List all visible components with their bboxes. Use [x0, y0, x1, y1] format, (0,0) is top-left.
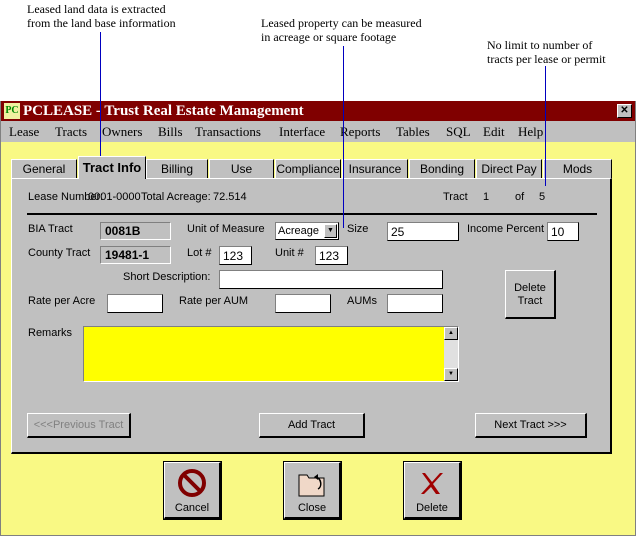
- unit-of-measure-value: Acreage: [278, 225, 319, 237]
- title-bar: PC PCLEASE - Trust Real Estate Managemen…: [1, 101, 635, 121]
- next-tract-button[interactable]: Next Tract >>>: [475, 413, 587, 438]
- button-label: Cancel: [174, 502, 210, 514]
- scrollbar[interactable]: ▲ ▼: [444, 327, 458, 381]
- menu-lease[interactable]: Lease: [9, 121, 39, 142]
- total-acreage-value: 72.514: [213, 191, 247, 203]
- delete-tract-button[interactable]: Delete Tract: [505, 270, 556, 319]
- short-description-label: Short Description:: [123, 271, 211, 283]
- window-title: PCLEASE - Trust Real Estate Management: [23, 103, 304, 119]
- rate-per-acre-label: Rate per Acre: [28, 295, 96, 307]
- annotation-line: in acreage or square footage: [261, 30, 397, 44]
- rate-per-acre-input[interactable]: [107, 294, 163, 313]
- aums-label: AUMs: [347, 295, 377, 307]
- size-input[interactable]: 25: [387, 222, 459, 241]
- tract-number: 1: [483, 191, 490, 203]
- tab-billing[interactable]: Billing: [146, 159, 208, 178]
- red-x-icon: [421, 473, 443, 494]
- callout-line: [545, 66, 546, 186]
- close-button[interactable]: Close: [283, 461, 342, 520]
- tab-tract-info[interactable]: Tract Info: [78, 156, 146, 179]
- lot-input[interactable]: 123: [219, 246, 252, 265]
- annotation-line: No limit to number of: [487, 38, 593, 52]
- remarks-label: Remarks: [28, 327, 73, 339]
- bia-tract-field: 0081B: [100, 222, 171, 240]
- menu-help[interactable]: Help: [518, 121, 543, 142]
- menu-bar: Lease Tracts Owners Bills Transactions I…: [1, 121, 635, 142]
- folder-close-icon: [298, 474, 325, 497]
- unit-label: Unit #: [275, 247, 304, 259]
- button-label: Delete: [416, 502, 448, 514]
- annotation-tracts: No limit to number of tracts per lease o…: [487, 38, 606, 66]
- menu-tables[interactable]: Tables: [396, 121, 430, 142]
- size-label: Size: [347, 223, 369, 235]
- annotation-line: Leased land data is extracted: [27, 2, 166, 16]
- tract-label: Tract: [443, 191, 468, 203]
- add-tract-button[interactable]: Add Tract: [259, 413, 365, 438]
- lot-label: Lot #: [187, 247, 212, 259]
- tab-mods[interactable]: Mods: [543, 159, 612, 178]
- income-percent-label: Income Percent: [467, 223, 545, 235]
- tract-count: 5: [539, 191, 546, 203]
- callout-line: [100, 32, 101, 160]
- tab-direct-pay[interactable]: Direct Pay: [476, 159, 542, 178]
- scroll-up-icon[interactable]: ▲: [444, 327, 458, 340]
- divider: [27, 213, 597, 215]
- app-logo-icon: PC: [4, 103, 20, 119]
- button-label: Tract: [517, 295, 543, 307]
- button-label: Delete: [514, 282, 546, 294]
- aums-input[interactable]: [387, 294, 443, 313]
- tab-compliance[interactable]: Compliance: [275, 159, 341, 178]
- annotation-line: from the land base information: [27, 16, 176, 30]
- county-tract-field: 19481-1: [100, 246, 171, 264]
- menu-transactions[interactable]: Transactions: [195, 121, 261, 142]
- rate-per-aum-label: Rate per AUM: [179, 295, 249, 307]
- of-label: of: [515, 191, 525, 203]
- lease-number-value: 0001-0000: [88, 191, 141, 203]
- cancel-button[interactable]: Cancel: [163, 461, 222, 520]
- tab-insurance[interactable]: Insurance: [342, 159, 408, 178]
- menu-interface[interactable]: Interface: [279, 121, 325, 142]
- rate-per-aum-input[interactable]: [275, 294, 331, 313]
- chevron-down-icon[interactable]: ▼: [324, 224, 337, 238]
- unit-of-measure-label: Unit of Measure: [187, 223, 265, 235]
- bia-tract-label: BIA Tract: [28, 223, 73, 235]
- annotation-line: tracts per lease or permit: [487, 52, 606, 66]
- no-entry-icon: [178, 469, 206, 497]
- total-acreage-label: Total Acreage:: [141, 191, 211, 203]
- unit-of-measure-select[interactable]: Acreage ▼: [275, 222, 339, 240]
- callout-line: [343, 46, 344, 228]
- scroll-down-icon[interactable]: ▼: [444, 368, 458, 381]
- menu-tracts[interactable]: Tracts: [55, 121, 87, 142]
- unit-input[interactable]: 123: [315, 246, 348, 265]
- income-percent-input[interactable]: 10: [547, 222, 579, 241]
- tab-general[interactable]: General: [11, 159, 77, 178]
- menu-reports[interactable]: Reports: [340, 121, 380, 142]
- tab-bonding[interactable]: Bonding: [409, 159, 475, 178]
- delete-button[interactable]: Delete: [403, 461, 462, 520]
- button-label: Close: [297, 502, 327, 514]
- remarks-textarea[interactable]: ▲ ▼: [83, 326, 459, 382]
- annotation-line: Leased property can be measured: [261, 16, 422, 30]
- annotation-measure: Leased property can be measured in acrea…: [261, 16, 422, 44]
- menu-edit[interactable]: Edit: [483, 121, 505, 142]
- previous-tract-button[interactable]: <<<Previous Tract: [27, 413, 131, 438]
- close-window-button[interactable]: ✕: [617, 104, 632, 118]
- short-description-input[interactable]: [219, 270, 443, 289]
- menu-bills[interactable]: Bills: [158, 121, 183, 142]
- tab-use[interactable]: Use: [209, 159, 274, 178]
- menu-owners[interactable]: Owners: [102, 121, 142, 142]
- annotation-land-base: Leased land data is extracted from the l…: [27, 2, 176, 30]
- county-tract-label: County Tract: [28, 247, 91, 259]
- menu-sql[interactable]: SQL: [446, 121, 471, 142]
